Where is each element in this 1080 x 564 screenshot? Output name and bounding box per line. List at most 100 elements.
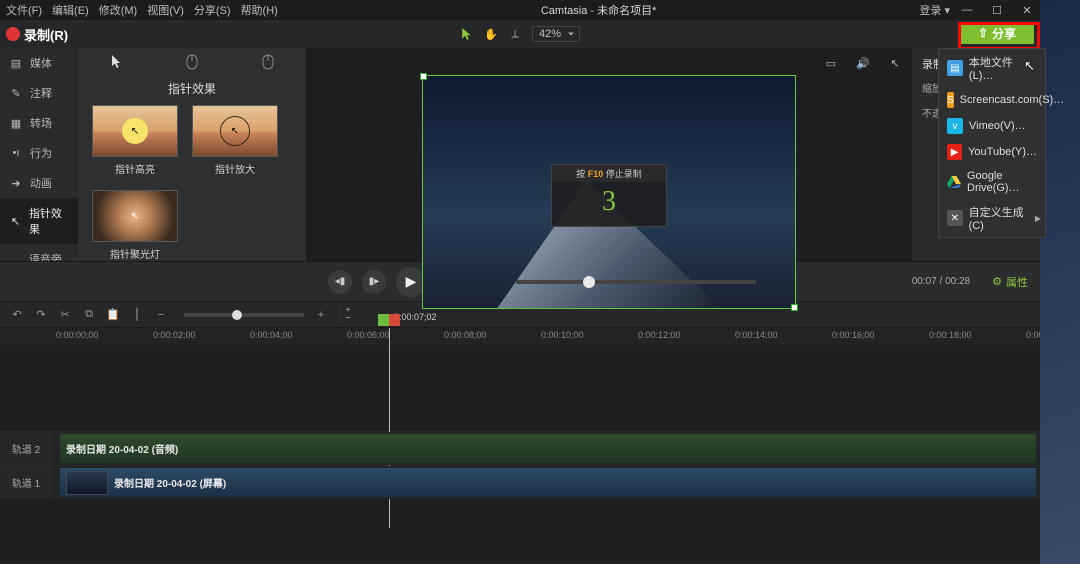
effect-thumb-spotlight[interactable]: ↖ 指针聚光灯 — [92, 190, 178, 261]
overlay-text: 按 — [576, 169, 585, 179]
video-clip[interactable]: 录制日期 20-04-02 (屏幕) — [60, 468, 1036, 497]
hand-tool-icon[interactable]: ✋ — [484, 27, 498, 41]
sidebar-item-transitions[interactable]: ▦转场 — [0, 108, 78, 138]
total-time: 00:28 — [945, 276, 970, 287]
audio-icon[interactable]: 🔊 — [854, 54, 872, 72]
share-menu-custom[interactable]: ✕自定义生成(C)▶ — [939, 199, 1045, 237]
sidebar-item-label: 行为 — [30, 145, 52, 161]
effects-tab-pointer[interactable] — [86, 51, 146, 73]
recording-overlay: 按 F10 停止录制 3 — [551, 164, 667, 227]
countdown-number: 3 — [552, 182, 666, 226]
timeline-ruler[interactable]: 0:00:07;02 0:00:00;000:00:02;000:00:04;0… — [0, 327, 1040, 351]
menu-label: YouTube(Y)… — [968, 146, 1037, 158]
ruler-tick: 0:00:12;00 — [638, 330, 681, 340]
undo-icon[interactable]: ↶ — [10, 308, 24, 322]
maximize-button[interactable]: ☐ — [990, 4, 1004, 17]
menu-label: 自定义生成(C) — [969, 204, 1037, 232]
track-label[interactable]: 轨道 2 — [0, 432, 52, 465]
menu-label: Screencast.com(S)… — [960, 94, 1065, 106]
zoom-out-icon[interactable]: − — [154, 308, 168, 322]
arrow-icon: ↖ — [231, 126, 239, 137]
sidebar-item-label: 注释 — [30, 85, 52, 101]
zoom-in-icon[interactable]: + — [314, 308, 328, 322]
sidebar-item-behaviors[interactable]: •ı行为 — [0, 138, 78, 168]
playhead-marker[interactable] — [378, 314, 400, 326]
sidebar-item-animations[interactable]: ➜ 动画 — [0, 168, 78, 198]
pointer-tool-icon[interactable] — [460, 27, 474, 41]
step-back-button[interactable]: ▮▸ — [362, 270, 386, 294]
share-menu-youtube[interactable]: ▶ YouTube(Y)… — [939, 139, 1045, 165]
timeline-zoom-slider[interactable] — [184, 313, 304, 317]
sidebar-item-cursor-effects[interactable]: ↖指针效果 — [0, 198, 78, 244]
menu-modify[interactable]: 修改(M) — [99, 2, 138, 18]
animation-icon: ➜ — [8, 177, 24, 190]
clip-thumbnail — [66, 471, 108, 495]
properties-toggle[interactable]: ⚙ 属性 — [992, 274, 1028, 290]
ruler-tick: 0:00:18;00 — [929, 330, 972, 340]
effect-label: 指针放大 — [192, 161, 278, 176]
canvas-area: ▭ 🔊 ↖ 按 F10 停止录制 3 — [306, 48, 912, 261]
effect-thumb-magnify[interactable]: ↖ 指针放大 — [192, 105, 278, 176]
ruler-tick: 0:00:16;00 — [832, 330, 875, 340]
play-slider[interactable] — [516, 280, 756, 284]
window-title: Camtasia - 未命名项目* — [288, 2, 910, 18]
effects-tab-left-click[interactable] — [162, 51, 222, 73]
edit-pointer-icon[interactable]: ↖ — [886, 54, 904, 72]
track-row: 轨道 2 录制日期 20-04-02 (音频) — [0, 431, 1040, 465]
menu-help[interactable]: 帮助(H) — [241, 2, 278, 18]
sidebar-item-media[interactable]: ▤媒体 — [0, 48, 78, 78]
effects-title: 指针效果 — [78, 76, 306, 105]
properties-label: 属性 — [1006, 274, 1028, 290]
menu-share[interactable]: 分享(S) — [194, 2, 231, 18]
play-button[interactable]: ▶ — [396, 267, 426, 297]
effects-panel: 指针效果 ↖ 指针高亮 ↖ 指针放大 ↖ 指针聚光灯 — [78, 48, 306, 261]
share-label: 分享 — [992, 25, 1016, 42]
cut-icon[interactable]: ✂ — [58, 308, 72, 322]
share-menu-google-drive[interactable]: Google Drive(G)… — [939, 165, 1045, 199]
copy-icon[interactable]: ⧉ — [82, 308, 96, 322]
ruler-tick: 0:00:04;00 — [250, 330, 293, 340]
prev-clip-button[interactable]: ◂▮ — [328, 270, 352, 294]
effects-tab-right-click[interactable] — [238, 51, 298, 73]
sidebar-item-label: 转场 — [30, 115, 52, 131]
overlay-key: F10 — [588, 169, 604, 179]
sidebar-item-label: 指针效果 — [29, 205, 70, 237]
menu-label: 本地文件(L)… — [969, 54, 1037, 82]
share-menu-local-file[interactable]: ▤本地文件(L)… — [939, 49, 1045, 87]
record-button[interactable]: 录制(R) — [0, 25, 68, 44]
crop-tool-icon[interactable]: ⟂ — [508, 27, 522, 41]
arrow-icon: ↖ — [131, 211, 139, 222]
menu-file[interactable]: 文件(F) — [6, 2, 42, 18]
ruler-tick: 0:00:06;00 — [347, 330, 390, 340]
track-label[interactable]: 轨道 1 — [0, 466, 52, 499]
share-button[interactable]: ⇧ 分享 — [960, 22, 1034, 44]
current-time: 00:07 — [912, 276, 937, 287]
note-icon: ✎ — [8, 87, 24, 100]
sidebar-item-label: 动画 — [30, 175, 52, 191]
split-icon[interactable]: ⎮ — [130, 308, 144, 322]
track-add-remove[interactable]: +− — [340, 307, 351, 323]
effect-thumb-highlight[interactable]: ↖ 指针高亮 — [92, 105, 178, 176]
zoom-select[interactable]: 42% — [532, 26, 580, 42]
menu-edit[interactable]: 编辑(E) — [52, 2, 89, 18]
paste-icon[interactable]: 📋 — [106, 308, 120, 322]
share-menu: ▤本地文件(L)… SScreencast.com(S)… vVimeo(V)…… — [938, 48, 1046, 238]
minimize-button[interactable]: — — [960, 4, 974, 16]
youtube-icon: ▶ — [947, 144, 962, 160]
overlay-text: 停止录制 — [606, 169, 642, 179]
share-menu-vimeo[interactable]: vVimeo(V)… — [939, 113, 1045, 139]
close-button[interactable]: ✕ — [1020, 4, 1034, 17]
detach-canvas-icon[interactable]: ▭ — [822, 54, 840, 72]
redo-icon[interactable]: ↷ — [34, 308, 48, 322]
film-icon: ▤ — [8, 57, 24, 70]
ruler-tick: 0:00:10;00 — [541, 330, 584, 340]
timeline-tracks: 轨道 2 录制日期 20-04-02 (音频) 轨道 1 录制日期 20-04-… — [0, 351, 1040, 564]
audio-clip[interactable]: 录制日期 20-04-02 (音频) — [60, 434, 1036, 463]
menu-label: Vimeo(V)… — [969, 120, 1026, 132]
login-link[interactable]: 登录 ▾ — [919, 2, 950, 18]
menu-view[interactable]: 视图(V) — [147, 2, 184, 18]
ruler-tick: 0:00:00;00 — [56, 330, 99, 340]
share-menu-screencast[interactable]: SScreencast.com(S)… — [939, 87, 1045, 113]
sidebar-item-annotations[interactable]: ✎ 注释 — [0, 78, 78, 108]
preview-canvas[interactable]: 按 F10 停止录制 3 — [423, 76, 795, 308]
